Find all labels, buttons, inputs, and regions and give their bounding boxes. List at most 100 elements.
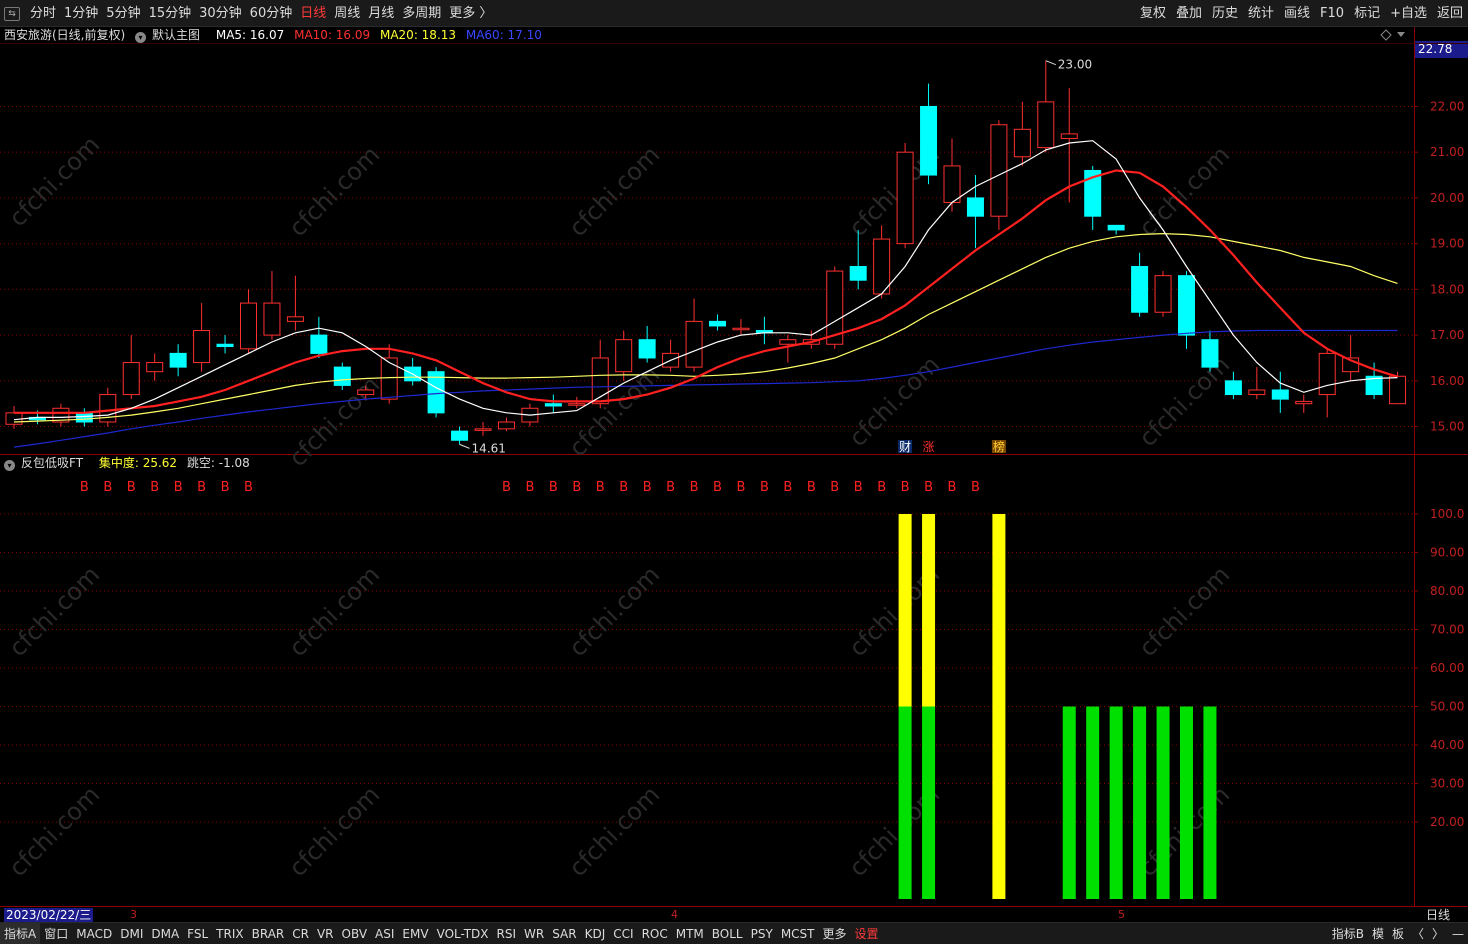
indicator-tab[interactable]: SAR [548, 923, 580, 944]
period-tab[interactable]: 30分钟 [195, 0, 246, 27]
kline-chart-area[interactable]: 22.00 21.00 20.00 19.00 18.00 17.00 16.00 15.00… [0, 27, 1468, 906]
tool-button[interactable]: 历史 [1207, 0, 1243, 27]
candle [685, 298, 703, 372]
signal-b: B [127, 480, 136, 495]
indicator-tab[interactable]: WR [520, 923, 548, 944]
candle [568, 396, 586, 409]
candle-body [990, 124, 1008, 217]
event-marker: 财 [899, 440, 911, 454]
tool-button[interactable]: 画线 [1279, 0, 1315, 27]
indicator-tab[interactable]: CR [288, 923, 313, 944]
candle [544, 394, 562, 413]
candle [896, 143, 914, 249]
signal-b: B [713, 480, 722, 495]
indicator-tab[interactable]: CCI [609, 923, 637, 944]
indicator-tab[interactable]: KDJ [581, 923, 610, 944]
signal-b: B [619, 480, 628, 495]
indicator-tick-label: 100.0 [1430, 507, 1464, 521]
indicator-tab[interactable]: 窗口 [40, 923, 72, 944]
period-tab[interactable]: 更多 〉 [445, 0, 496, 27]
candle-body [1131, 266, 1149, 313]
indicator-tick-label: 20.00 [1430, 815, 1464, 829]
month-label: 4 [671, 908, 678, 921]
indicator-bar [1133, 706, 1147, 899]
price-tick-label: 22.00 [1430, 99, 1464, 113]
indicator-tab[interactable]: FSL [183, 923, 212, 944]
signal-b: B [901, 480, 910, 495]
signal-b: B [877, 480, 886, 495]
period-tab[interactable]: 5分钟 [102, 0, 144, 27]
tool-button[interactable]: 统计 [1243, 0, 1279, 27]
indicator-nav-button[interactable]: 板 [1388, 923, 1408, 944]
indicator-tab[interactable]: 更多 [819, 923, 851, 944]
indicator-nav-button[interactable]: 〈 [1408, 923, 1428, 944]
candle [1318, 348, 1336, 418]
indicator-tab[interactable]: MTM [672, 923, 708, 944]
candle [216, 335, 234, 354]
tool-button[interactable]: 标记 [1349, 0, 1385, 27]
indicator-tab[interactable]: EMV [398, 923, 432, 944]
tool-button[interactable]: 叠加 [1171, 0, 1207, 27]
indicator-tab[interactable]: VR [313, 923, 338, 944]
period-tab[interactable]: 月线 [364, 0, 398, 27]
price-tick-label: 17.00 [1430, 328, 1464, 342]
indicator-tab[interactable]: OBV [338, 923, 372, 944]
candle [1037, 60, 1055, 153]
period-tab[interactable]: 60分钟 [246, 0, 297, 27]
period-tab[interactable]: 1分钟 [60, 0, 102, 27]
candle-body [451, 430, 469, 441]
signal-b: B [221, 480, 230, 495]
indicator-tab[interactable]: ASI [371, 923, 398, 944]
indicator-tab[interactable]: PSY [747, 923, 777, 944]
indicator-tab[interactable]: VOL-TDX [433, 923, 493, 944]
period-tab[interactable]: 日线 [296, 0, 330, 27]
indicator-nav-button[interactable]: 指标B [1328, 923, 1368, 944]
indicator-tab[interactable]: BRAR [248, 923, 289, 944]
candle-body [75, 412, 93, 423]
indicator-nav-button[interactable]: 模 [1368, 923, 1388, 944]
indicator-tab[interactable]: DMA [147, 923, 183, 944]
indicator-tab[interactable]: 设置 [851, 923, 883, 944]
indicator-bar [898, 514, 912, 899]
candle-body [779, 339, 797, 345]
panel-toggle-icon[interactable]: ⇆ [4, 6, 20, 21]
tool-button[interactable]: 返回 [1432, 0, 1468, 27]
indicator-tab[interactable]: DMI [116, 923, 147, 944]
period-tab[interactable]: 分时 [26, 0, 60, 27]
candle [662, 339, 680, 372]
candle-body [544, 403, 562, 407]
indicator-tab[interactable]: RSI [493, 923, 521, 944]
period-tab[interactable]: 15分钟 [145, 0, 196, 27]
green-bar-segment [1180, 706, 1193, 899]
tool-button[interactable]: +自选 [1385, 0, 1432, 27]
signal-b: B [244, 480, 253, 495]
indicator-tabs: 指标A 窗口 MACD DMI DMA FSL TRIX BRAR CR VR OBV ASI EMV V… [0, 922, 883, 944]
indicator-tab[interactable]: BOLL [708, 923, 747, 944]
candle-body [1037, 101, 1055, 149]
tool-button[interactable]: 复权 [1135, 0, 1171, 27]
period-tab[interactable]: 周线 [330, 0, 364, 27]
signal-b: B [760, 480, 769, 495]
indicator-tab[interactable]: MCST [777, 923, 819, 944]
indicator-tab[interactable]: ROC [638, 923, 672, 944]
low-pointer [459, 443, 470, 449]
candle [263, 271, 281, 340]
period-tab[interactable]: 多周期 [398, 0, 445, 27]
indicator-nav-button[interactable]: — [1448, 923, 1468, 944]
indicator-tab[interactable]: TRIX [212, 923, 247, 944]
candle-body [896, 151, 914, 245]
period-tabs: ⇆ 分时 1分钟 5分钟 15分钟 30分钟 60分钟 日线 周线 月线 多周期 更多 〉 [0, 0, 496, 27]
indicator-tab[interactable]: MACD [72, 923, 116, 944]
indicator-tab[interactable]: 指标A [0, 922, 41, 944]
tool-button[interactable]: F10 [1315, 0, 1349, 27]
event-marker: 涨 [923, 439, 935, 454]
candle [615, 330, 633, 381]
price-tick-label: 18.00 [1430, 282, 1464, 296]
signal-b: B [690, 480, 699, 495]
event-marker: 榜 [993, 439, 1005, 454]
candle-body [193, 330, 211, 364]
candle-body [1178, 275, 1195, 336]
signal-b: B [197, 480, 206, 495]
indicator-nav-button[interactable]: 〉 [1428, 923, 1448, 944]
candle-body [1318, 352, 1336, 396]
